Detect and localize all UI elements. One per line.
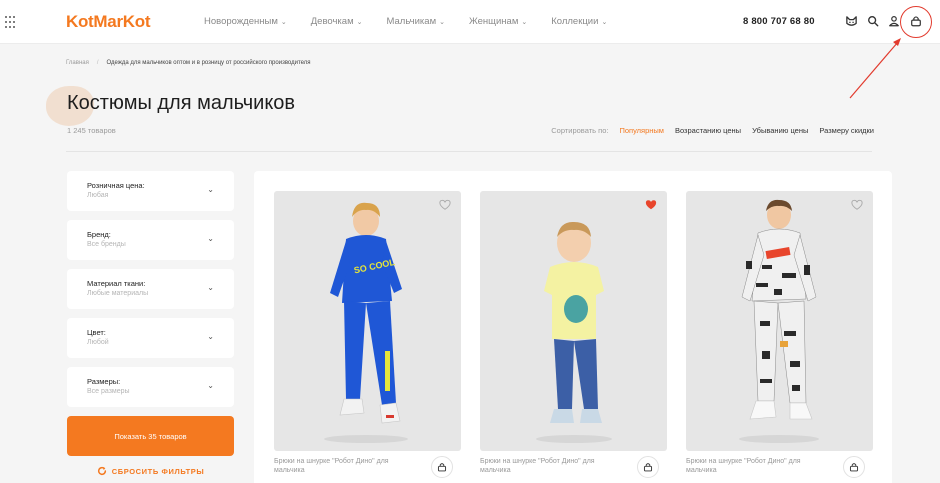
product-image[interactable] [480, 191, 667, 451]
sort-price-desc[interactable]: Убыванию цены [752, 126, 808, 135]
product-count: 1 245 товаров [67, 126, 116, 135]
logo[interactable]: KotMarKot [66, 12, 150, 32]
cart-icon [643, 463, 653, 472]
nav-item-collections[interactable]: Коллекции ⌄ [551, 16, 607, 27]
cat-icon[interactable] [843, 13, 859, 29]
product-name[interactable]: Брюки на шнурке "Робот Дино" для мальчик… [274, 457, 414, 475]
heart-icon[interactable] [851, 199, 863, 211]
filter-price[interactable]: Розничная цена: Любая ⌄ [67, 171, 234, 211]
filter-color[interactable]: Цвет: Любой ⌄ [67, 318, 234, 358]
product-image[interactable] [686, 191, 873, 451]
filter-material[interactable]: Материал ткани: Любые материалы ⌄ [67, 269, 234, 309]
chevron-down-icon: ⌄ [207, 381, 214, 390]
product-card[interactable]: Брюки на шнурке "Робот Дино" для мальчик… [686, 191, 873, 478]
breadcrumb-home[interactable]: Главная [66, 60, 89, 66]
filter-title: Цвет: [87, 328, 106, 337]
cart-icon [849, 463, 859, 472]
chevron-down-icon: ⌄ [601, 18, 608, 26]
filter-value: Все бренды [87, 241, 126, 248]
cart-highlight-circle [900, 6, 932, 38]
chevron-down-icon: ⌄ [521, 18, 528, 26]
chevron-down-icon: ⌄ [207, 185, 214, 194]
product-photo-graffiti-suit [739, 199, 819, 443]
breadcrumb: Главная / Одежда для мальчиков оптом и в… [66, 60, 311, 66]
nav-item-label: Новорожденным [204, 16, 278, 27]
filter-title: Бренд: [87, 230, 111, 239]
product-photo-yellow-tee [536, 221, 612, 443]
reset-filters-label: СБРОСИТЬ ФИЛЬТРЫ [111, 466, 205, 476]
phone-number[interactable]: 8 800 707 68 80 [743, 16, 815, 27]
product-grid: SO COOL Брюки на шнурке "Робот Дино" для… [254, 171, 892, 483]
reset-icon [97, 466, 106, 476]
breadcrumb-separator: / [96, 60, 99, 66]
search-icon[interactable] [865, 13, 881, 29]
chevron-down-icon: ⌄ [207, 234, 214, 243]
filter-value: Любая [87, 192, 109, 199]
heart-icon[interactable] [439, 199, 451, 211]
product-name[interactable]: Брюки на шнурке "Робот Дино" для мальчик… [480, 457, 620, 475]
chevron-down-icon: ⌄ [356, 18, 363, 26]
nav-item-newborn[interactable]: Новорожденным ⌄ [204, 16, 287, 27]
nav-item-label: Коллекции [551, 16, 599, 27]
filter-value: Любые материалы [87, 290, 149, 297]
filter-brand[interactable]: Бренд: Все бренды ⌄ [67, 220, 234, 260]
heart-icon-active[interactable] [645, 199, 657, 211]
filter-size[interactable]: Размеры: Все размеры ⌄ [67, 367, 234, 407]
nav-item-label: Женщинам [468, 16, 519, 27]
filter-value: Все размеры [87, 388, 130, 395]
filter-title: Размеры: [87, 377, 121, 386]
nav-item-girls[interactable]: Девочкам ⌄ [311, 16, 363, 27]
add-to-cart-button[interactable] [637, 456, 659, 478]
filter-value: Любой [87, 339, 109, 346]
chevron-down-icon: ⌄ [280, 18, 287, 26]
site-header: KotMarKot Новорожденным ⌄ Девочкам ⌄ Мал… [0, 0, 940, 44]
sort-label: Сортировать по: [551, 126, 609, 135]
nav-item-label: Девочкам [310, 16, 354, 27]
page-title: Костюмы для мальчиков [67, 92, 296, 114]
product-name[interactable]: Брюки на шнурке "Робот Дино" для мальчик… [686, 457, 826, 475]
menu-grid-icon[interactable] [5, 16, 17, 28]
breadcrumb-current[interactable]: Одежда для мальчиков оптом и в розницу о… [107, 60, 311, 66]
product-card[interactable]: SO COOL Брюки на шнурке "Робот Дино" для… [274, 191, 461, 478]
chevron-down-icon: ⌄ [207, 332, 214, 341]
filter-title: Материал ткани: [87, 279, 146, 288]
filter-title: Розничная цена: [87, 181, 145, 190]
annotation-arrow [849, 38, 901, 99]
main-nav: Новорожденным ⌄ Девочкам ⌄ Мальчикам ⌄ Ж… [204, 16, 631, 27]
chevron-down-icon: ⌄ [207, 283, 214, 292]
nav-item-label: Мальчикам [386, 16, 437, 27]
sort-discount[interactable]: Размеру скидки [819, 126, 874, 135]
product-card[interactable]: Брюки на шнурке "Робот Дино" для мальчик… [480, 191, 667, 478]
page: KotMarKot Новорожденным ⌄ Девочкам ⌄ Мал… [0, 0, 940, 483]
reset-filters-button[interactable]: СБРОСИТЬ ФИЛЬТРЫ [67, 466, 234, 476]
product-image[interactable]: SO COOL [274, 191, 461, 451]
show-results-button[interactable]: Показать 35 товаров [67, 416, 234, 456]
cart-icon [437, 463, 447, 472]
sort-popular[interactable]: Популярным [619, 126, 664, 135]
product-photo-blue-tracksuit: SO COOL [324, 202, 408, 443]
nav-item-women[interactable]: Женщинам ⌄ [469, 16, 527, 27]
add-to-cart-button[interactable] [843, 456, 865, 478]
add-to-cart-button[interactable] [431, 456, 453, 478]
nav-item-boys[interactable]: Мальчикам ⌄ [387, 16, 445, 27]
divider [66, 151, 872, 152]
chevron-down-icon: ⌄ [439, 18, 445, 26]
sort-price-asc[interactable]: Возрастанию цены [675, 126, 741, 135]
sort-bar: Сортировать по: Популярным Возрастанию ц… [551, 126, 874, 135]
